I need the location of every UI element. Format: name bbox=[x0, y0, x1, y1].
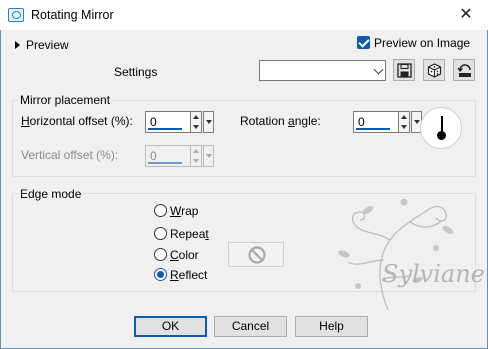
edge-mode-repeat-radio[interactable] bbox=[154, 227, 167, 240]
disabled-icon bbox=[248, 246, 266, 264]
chevron-down-icon bbox=[373, 64, 384, 75]
rotation-angle-spinner[interactable]: 0 bbox=[353, 111, 422, 133]
watermark-signature: Sylviane bbox=[382, 260, 485, 288]
preview-on-image-label[interactable]: Preview on Image bbox=[374, 36, 470, 50]
save-preset-icon bbox=[397, 63, 412, 78]
horizontal-offset-dropdown[interactable] bbox=[203, 111, 214, 133]
vertical-offset-dropdown bbox=[203, 145, 214, 167]
title-bar: Rotating Mirror ✕ bbox=[0, 0, 488, 30]
vertical-offset-slider-bar bbox=[148, 162, 182, 164]
edge-color-swatch bbox=[228, 242, 284, 267]
settings-label: Settings bbox=[114, 65, 158, 79]
rotation-angle-dial[interactable] bbox=[420, 107, 462, 149]
expand-triangle-icon bbox=[15, 40, 20, 49]
help-button[interactable]: Help bbox=[295, 316, 368, 337]
vertical-offset-spinner: 0 bbox=[145, 145, 214, 167]
horizontal-offset-up-down[interactable] bbox=[191, 111, 202, 133]
rotation-angle-slider-bar[interactable] bbox=[356, 128, 390, 130]
preview-on-image-checkbox[interactable] bbox=[357, 36, 370, 49]
reset-button[interactable] bbox=[453, 59, 475, 81]
edge-mode-reflect-radio[interactable] bbox=[154, 268, 167, 281]
reset-icon bbox=[457, 64, 471, 77]
preview-expander-label: Preview bbox=[26, 37, 69, 52]
vertical-offset-up-down bbox=[191, 145, 202, 167]
edge-mode-wrap-label[interactable]: Wrap bbox=[170, 204, 198, 218]
horizontal-offset-slider-bar[interactable] bbox=[148, 128, 182, 130]
horizontal-offset-spinner[interactable]: 0 bbox=[145, 111, 214, 133]
settings-preset-dropdown[interactable] bbox=[259, 60, 386, 81]
rotation-angle-up-down[interactable] bbox=[399, 111, 410, 133]
vertical-offset-label: Vertical offset (%): bbox=[21, 148, 119, 162]
sylviane-watermark-image: Sylviane bbox=[338, 198, 485, 311]
close-button[interactable]: ✕ bbox=[444, 0, 488, 30]
mirror-placement-title: Mirror placement bbox=[18, 93, 113, 107]
horizontal-offset-label: Horizontal offset (%): bbox=[21, 114, 133, 128]
preview-expander[interactable]: Preview bbox=[15, 37, 69, 52]
rotation-angle-label: Rotation angle: bbox=[240, 114, 321, 128]
edge-mode-wrap-radio[interactable] bbox=[154, 204, 167, 217]
edge-mode-color-label[interactable]: Color bbox=[170, 248, 199, 262]
edge-mode-reflect-label[interactable]: Reflect bbox=[170, 268, 207, 282]
cancel-button[interactable]: Cancel bbox=[214, 316, 287, 337]
edge-mode-title: Edge mode bbox=[18, 187, 84, 201]
randomize-button[interactable] bbox=[423, 59, 445, 81]
save-preset-button[interactable] bbox=[393, 59, 415, 81]
edge-mode-color-radio[interactable] bbox=[154, 248, 167, 261]
ok-button[interactable]: OK bbox=[134, 316, 207, 337]
rotating-mirror-app-icon bbox=[8, 8, 24, 22]
window-title: Rotating Mirror bbox=[31, 8, 114, 22]
edge-mode-repeat-label[interactable]: Repeat bbox=[170, 227, 209, 241]
randomize-icon bbox=[427, 63, 442, 78]
